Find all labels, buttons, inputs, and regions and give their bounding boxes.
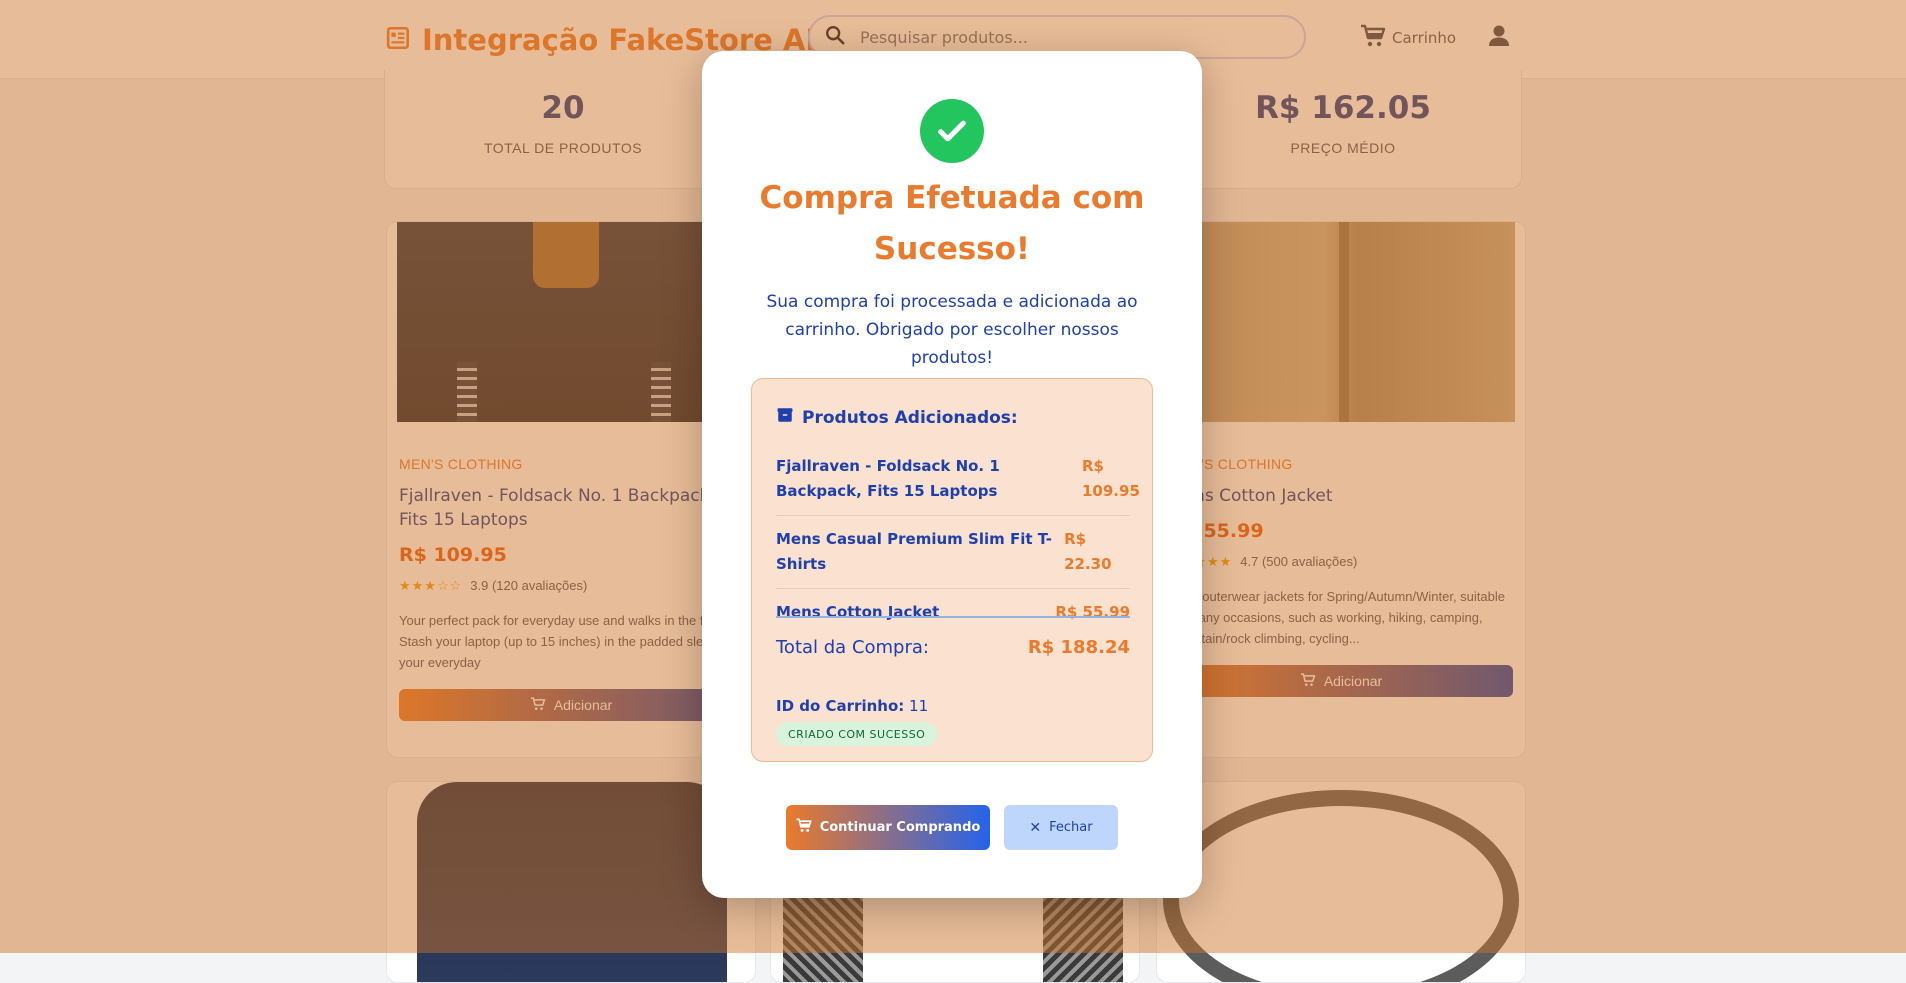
cart-id-value: 11 [909, 697, 929, 715]
summary-items: Fjallraven - Foldsack No. 1 Backpack, Fi… [776, 454, 1140, 636]
item-name: Fjallraven - Foldsack No. 1 Backpack, Fi… [776, 457, 1000, 500]
item-price: R$ 55.99 [1055, 603, 1130, 621]
close-label: Fechar [1049, 820, 1093, 835]
total-value: R$ 188.24 [1027, 637, 1130, 658]
item-price: R$ 22.30 [1064, 530, 1112, 573]
cart-id-label: ID do Carrinho: [776, 697, 905, 715]
purchase-success-modal: Compra Efetuada com Sucesso! Sua compra … [702, 51, 1202, 898]
item-price: R$ 109.95 [1082, 457, 1140, 500]
check-icon [920, 99, 984, 163]
shopping-cart-icon [796, 818, 812, 837]
box-icon [776, 406, 794, 429]
order-summary: Produtos Adicionados: Fjallraven - Folds… [751, 378, 1153, 762]
summary-divider [776, 616, 1130, 618]
list-item: Mens Cotton Jacket R$ 55.99 [776, 600, 1130, 636]
status-badge: CRIADO COM SUCESSO [776, 722, 938, 746]
cart-id: ID do Carrinho: 11 [776, 697, 928, 715]
list-item: Mens Casual Premium Slim Fit T-Shirts R$… [776, 527, 1130, 589]
continue-shopping-button[interactable]: Continuar Comprando [786, 805, 990, 850]
modal-title: Compra Efetuada com Sucesso! [759, 180, 1145, 267]
total-label: Total da Compra: [776, 637, 929, 658]
list-item: Fjallraven - Foldsack No. 1 Backpack, Fi… [776, 454, 1140, 516]
modal-message: Sua compra foi processada e adicionada a… [766, 292, 1138, 368]
summary-heading-text: Produtos Adicionados: [802, 407, 1018, 428]
close-icon: ✕ [1029, 819, 1042, 836]
continue-shopping-label: Continuar Comprando [819, 820, 981, 835]
summary-heading: Produtos Adicionados: [776, 406, 1018, 429]
order-total: Total da Compra: R$ 188.24 [776, 637, 1130, 658]
item-name: Mens Cotton Jacket [776, 603, 940, 621]
close-button[interactable]: ✕ Fechar [1004, 805, 1118, 850]
item-name: Mens Casual Premium Slim Fit T-Shirts [776, 530, 1052, 573]
